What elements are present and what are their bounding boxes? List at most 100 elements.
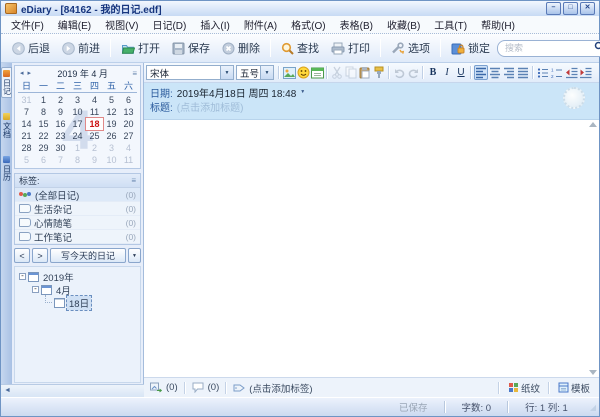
calendar-day-3[interactable]: 3 xyxy=(103,142,120,154)
calendar-day-20[interactable]: 20 xyxy=(120,118,137,130)
format-painter-button[interactable] xyxy=(372,65,386,80)
calendar-day-4[interactable]: 4 xyxy=(86,94,103,106)
add-tag-placeholder[interactable]: (点击添加标签) xyxy=(249,381,312,395)
calendar-day-10[interactable]: 10 xyxy=(103,154,120,166)
paper-texture-button[interactable]: 纸纹 xyxy=(505,380,543,396)
open-button[interactable]: 打开 xyxy=(116,38,165,58)
next-diary-button[interactable]: > xyxy=(32,248,48,263)
align-justify-button[interactable] xyxy=(516,65,530,80)
calendar-day-1[interactable]: 1 xyxy=(35,94,52,106)
calendar-day-22[interactable]: 22 xyxy=(35,130,52,142)
editor-scrollbar[interactable] xyxy=(588,122,597,375)
search-input[interactable] xyxy=(503,42,591,54)
calendar-day-7[interactable]: 7 xyxy=(18,106,35,118)
weather-sun-icon[interactable] xyxy=(563,87,585,109)
calendar-day-10[interactable]: 10 xyxy=(69,106,86,118)
resize-grip[interactable]: ◢ xyxy=(590,403,596,412)
template-button[interactable]: 模板 xyxy=(555,380,593,396)
calendar-day-6[interactable]: 6 xyxy=(35,154,52,166)
calendar-day-1[interactable]: 1 xyxy=(69,142,86,154)
calendar-day-25[interactable]: 25 xyxy=(86,130,103,142)
write-today-button[interactable]: 写今天的日记 xyxy=(50,248,126,263)
forward-button[interactable]: 前进 xyxy=(57,38,105,58)
calendar-day-30[interactable]: 30 xyxy=(52,142,69,154)
maximize-button[interactable]: □ xyxy=(563,2,578,15)
calendar-menu-icon[interactable]: ≡ xyxy=(132,69,137,78)
search-icon[interactable] xyxy=(594,41,600,55)
find-button[interactable]: 查找 xyxy=(276,38,324,58)
calendar-day-18[interactable]: 18 xyxy=(86,118,103,130)
menu-item-edit[interactable]: 编辑(E) xyxy=(51,16,98,33)
menu-item-help[interactable]: 帮助(H) xyxy=(474,16,522,33)
minimize-button[interactable]: – xyxy=(546,2,561,15)
font-size-select[interactable]: 五号 ▼ xyxy=(236,65,274,80)
calendar-day-5[interactable]: 5 xyxy=(103,94,120,106)
italic-button[interactable]: I xyxy=(440,65,454,80)
tree-node-month-4[interactable]: - 4月 xyxy=(15,283,140,297)
undo-button[interactable] xyxy=(392,65,406,80)
sidebar-tab-diary[interactable]: 日记 xyxy=(1,67,12,98)
insert-table-button[interactable] xyxy=(310,65,324,80)
calendar-day-31[interactable]: 31 xyxy=(18,94,35,106)
calendar-day-4[interactable]: 4 xyxy=(120,142,137,154)
insert-emoticon-button[interactable] xyxy=(296,65,310,80)
menu-item-view[interactable]: 视图(V) xyxy=(98,16,145,33)
cut-button[interactable] xyxy=(330,65,344,80)
calendar-next-icon[interactable]: ▸ xyxy=(26,69,34,77)
calendar-day-8[interactable]: 8 xyxy=(35,106,52,118)
search-box[interactable] xyxy=(497,39,600,57)
calendar-day-27[interactable]: 27 xyxy=(120,130,137,142)
attachment-count[interactable]: (0) xyxy=(166,382,178,393)
delete-button[interactable]: 删除 xyxy=(217,38,265,58)
numbered-list-button[interactable]: 12 xyxy=(550,65,564,80)
write-today-dropdown-icon[interactable]: ▼ xyxy=(128,248,141,263)
tag-item-mood-essays[interactable]: 心情随笔 (0) xyxy=(15,216,140,230)
calendar-day-12[interactable]: 12 xyxy=(103,106,120,118)
chevron-down-icon[interactable]: ▼ xyxy=(220,66,233,79)
calendar-day-9[interactable]: 9 xyxy=(86,154,103,166)
scroll-down-icon[interactable] xyxy=(588,370,597,375)
bullet-list-button[interactable] xyxy=(536,65,550,80)
expand-collapse-icon[interactable]: - xyxy=(19,272,26,280)
font-name-select[interactable]: 宋体 ▼ xyxy=(146,65,234,80)
calendar-day-14[interactable]: 14 xyxy=(18,118,35,130)
calendar-day-13[interactable]: 13 xyxy=(120,106,137,118)
calendar-day-7[interactable]: 7 xyxy=(52,154,69,166)
comment-count[interactable]: (0) xyxy=(208,382,220,393)
calendar-day-17[interactable]: 17 xyxy=(69,118,86,130)
calendar-day-3[interactable]: 3 xyxy=(69,94,86,106)
redo-button[interactable] xyxy=(406,65,420,80)
comment-bubble-icon[interactable] xyxy=(192,382,204,393)
scroll-up-icon[interactable] xyxy=(588,122,597,127)
calendar-title[interactable]: 2019 年 4 月 xyxy=(33,67,132,80)
close-button[interactable]: ✕ xyxy=(580,2,595,15)
calendar-day-6[interactable]: 6 xyxy=(120,94,137,106)
entry-title-placeholder[interactable]: (点击添加标题) xyxy=(177,99,244,114)
print-button[interactable]: 打印 xyxy=(326,38,375,58)
bold-button[interactable]: B xyxy=(426,65,440,80)
outdent-button[interactable] xyxy=(564,65,578,80)
menu-item-file[interactable]: 文件(F) xyxy=(4,16,51,33)
collapse-sidebar-icon[interactable]: ◄ xyxy=(1,386,14,396)
calendar-prev-icon[interactable]: ◂ xyxy=(18,69,26,77)
calendar-day-2[interactable]: 2 xyxy=(86,142,103,154)
calendar-day-19[interactable]: 19 xyxy=(103,118,120,130)
menu-item-insert[interactable]: 插入(I) xyxy=(193,16,236,33)
menu-item-tools[interactable]: 工具(T) xyxy=(427,16,474,33)
save-button[interactable]: 保存 xyxy=(167,38,215,58)
back-button[interactable]: 后退 xyxy=(7,38,55,58)
tree-node-day-18[interactable]: 18日 xyxy=(15,294,140,311)
date-dropdown-icon[interactable]: ▼ xyxy=(300,89,305,95)
calendar-day-29[interactable]: 29 xyxy=(35,142,52,154)
copy-button[interactable] xyxy=(344,65,358,80)
menu-item-attachment[interactable]: 附件(A) xyxy=(237,16,284,33)
entry-date-value[interactable]: 2019年4月18日 周四 18:48 xyxy=(177,85,297,100)
calendar-day-5[interactable]: 5 xyxy=(18,154,35,166)
menu-item-format[interactable]: 格式(O) xyxy=(284,16,332,33)
calendar-day-11[interactable]: 11 xyxy=(86,106,103,118)
calendar-day-2[interactable]: 2 xyxy=(52,94,69,106)
sidebar-tab-calendar[interactable]: 日历 xyxy=(1,153,12,184)
calendar-day-16[interactable]: 16 xyxy=(52,118,69,130)
align-right-button[interactable] xyxy=(502,65,516,80)
calendar-day-28[interactable]: 28 xyxy=(18,142,35,154)
